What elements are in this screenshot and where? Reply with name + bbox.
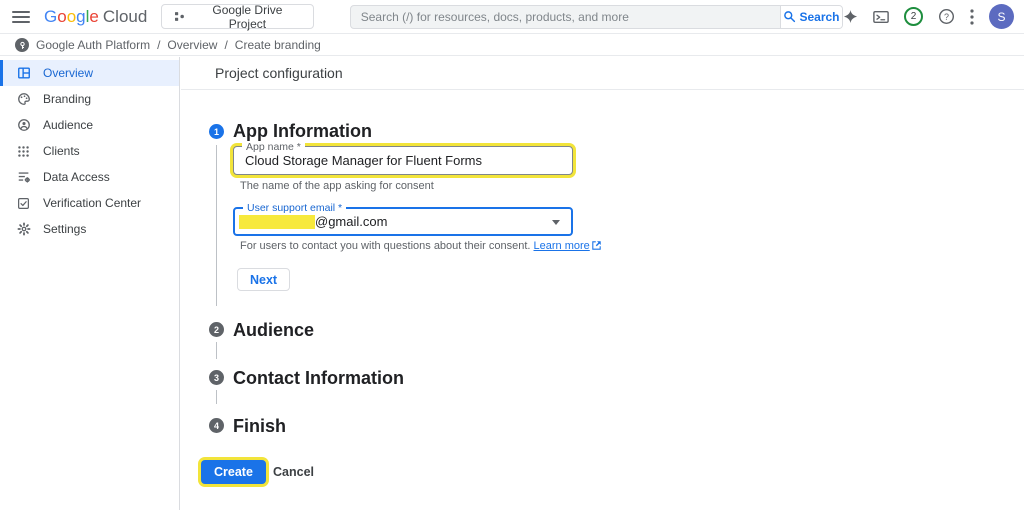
- page-title: Project configuration: [215, 65, 343, 81]
- sidebar-item-label: Settings: [43, 222, 87, 236]
- logo-cloud-text: Cloud: [102, 6, 148, 26]
- data-access-icon: [17, 170, 31, 184]
- topbar-actions: 2 ? S: [843, 4, 1014, 29]
- next-button[interactable]: Next: [237, 268, 291, 291]
- search-bar: Search: [349, 4, 843, 29]
- top-app-bar: Google Cloud Google Drive Project Search: [0, 0, 1024, 34]
- clients-icon: [17, 144, 31, 158]
- notification-count: 2: [910, 11, 917, 22]
- project-selector[interactable]: Google Drive Project: [161, 2, 314, 31]
- help-icon[interactable]: ?: [938, 8, 955, 25]
- breadcrumb: Google Auth Platform / Overview / Create…: [0, 35, 1024, 56]
- email-helper: For users to contact you with questions …: [240, 240, 601, 253]
- step-2-indicator: 2: [209, 322, 224, 337]
- sidebar-item-audience[interactable]: Audience: [0, 112, 179, 138]
- sidebar-item-label: Verification Center: [43, 196, 142, 210]
- sidebar-item-data-access[interactable]: Data Access: [0, 164, 179, 190]
- sidebar: Overview Branding Audience Clients Data …: [0, 57, 180, 510]
- breadcrumb-item-auth-platform[interactable]: Google Auth Platform: [36, 38, 150, 52]
- breadcrumb-item-overview[interactable]: Overview: [167, 38, 217, 52]
- step-connector: [216, 390, 217, 404]
- menu-icon[interactable]: [12, 10, 30, 23]
- sidebar-item-verification-center[interactable]: Verification Center: [0, 190, 179, 216]
- sidebar-item-label: Overview: [43, 66, 94, 80]
- breadcrumb-separator: /: [157, 38, 161, 52]
- redacted-email-prefix: [239, 214, 315, 229]
- search-icon: [784, 11, 796, 23]
- step-4-title: Finish: [233, 416, 286, 436]
- sidebar-item-label: Audience: [43, 118, 94, 132]
- step-4-indicator: 4: [209, 418, 224, 433]
- app-name-label: App name *: [242, 141, 305, 153]
- learn-more-link[interactable]: Learn more: [534, 240, 590, 252]
- user-support-email-label: User support email *: [243, 202, 347, 214]
- branding-icon: [17, 92, 31, 106]
- breadcrumb-item-current: Create branding: [234, 38, 321, 52]
- overview-icon: [17, 66, 31, 80]
- verification-center-icon: [17, 196, 31, 210]
- logo-letter: G: [44, 6, 58, 26]
- settings-icon: [17, 222, 31, 236]
- step-1-title: App Information: [233, 121, 372, 141]
- step-2-title: Audience: [233, 320, 315, 340]
- sidebar-item-clients[interactable]: Clients: [0, 138, 179, 164]
- step-3-title: Contact Information: [233, 368, 404, 388]
- project-name: Google Drive Project: [212, 2, 283, 31]
- cloud-shell-icon[interactable]: [873, 10, 889, 24]
- create-button[interactable]: Create: [201, 460, 266, 484]
- email-suffix: @gmail.com: [315, 214, 388, 229]
- dropdown-caret-icon: [552, 220, 560, 225]
- project-icon: [175, 12, 185, 21]
- app-name-helper: The name of the app asking for consent: [240, 180, 434, 192]
- google-cloud-logo[interactable]: Google Cloud: [44, 7, 147, 27]
- external-link-icon: [592, 241, 601, 253]
- search-button-label: Search: [799, 9, 840, 24]
- step-1-indicator: 1: [209, 124, 224, 139]
- logo-letter: o: [66, 6, 77, 26]
- auth-platform-icon: [15, 38, 29, 52]
- step-connector: [216, 145, 217, 306]
- search-input[interactable]: [350, 5, 780, 28]
- logo-letter: e: [89, 6, 99, 26]
- app-name-field[interactable]: App name * Cloud Storage Manager for Flu…: [233, 141, 573, 175]
- sidebar-item-label: Clients: [43, 144, 80, 158]
- main-content: Project configuration 1 App Information …: [181, 57, 1024, 510]
- avatar[interactable]: S: [989, 4, 1014, 29]
- logo-letter: o: [57, 6, 67, 26]
- cancel-button[interactable]: Cancel: [263, 460, 324, 484]
- audience-icon: [17, 118, 31, 132]
- sidebar-item-overview[interactable]: Overview: [0, 60, 179, 86]
- sidebar-item-label: Branding: [43, 92, 92, 106]
- step-connector: [216, 342, 217, 359]
- page-header: Project configuration: [181, 57, 1024, 90]
- logo-letter: g: [76, 6, 86, 26]
- svg-text:?: ?: [944, 12, 949, 22]
- notifications-badge[interactable]: 2: [904, 7, 923, 26]
- user-support-email-field[interactable]: User support email * @gmail.com: [233, 202, 573, 236]
- gemini-icon[interactable]: [843, 9, 858, 24]
- more-options-icon[interactable]: [970, 8, 974, 25]
- sidebar-item-branding[interactable]: Branding: [0, 86, 179, 112]
- sidebar-item-settings[interactable]: Settings: [0, 216, 179, 242]
- sidebar-item-label: Data Access: [43, 170, 110, 184]
- search-button[interactable]: Search: [780, 5, 842, 28]
- breadcrumb-separator: /: [224, 38, 228, 52]
- google-cloud-console: Google Cloud Google Drive Project Search: [0, 0, 1024, 510]
- email-helper-text: For users to contact you with questions …: [240, 240, 531, 252]
- step-3-indicator: 3: [209, 370, 224, 385]
